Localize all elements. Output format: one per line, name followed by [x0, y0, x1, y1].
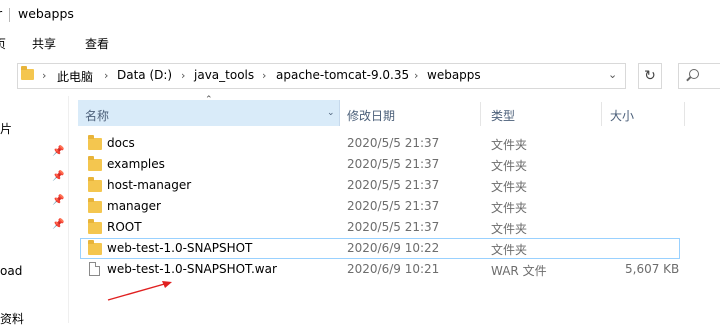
file-modified: 2020/5/5 21:37 — [347, 136, 440, 150]
file-name: docs — [107, 136, 135, 150]
file-name: manager — [107, 199, 161, 213]
column-separator[interactable] — [480, 102, 481, 126]
file-modified: 2020/6/9 10:22 — [347, 241, 440, 255]
column-separator[interactable] — [601, 102, 602, 126]
file-type: 文件夹 — [491, 159, 528, 173]
breadcrumb-webapps[interactable]: webapps — [427, 68, 481, 82]
nav-item-cut-2[interactable]: oad — [0, 264, 22, 278]
file-type: 文件夹 — [491, 138, 528, 152]
tab-home[interactable]: 页 — [0, 35, 6, 52]
chevron-down-icon[interactable]: ⌄ — [327, 108, 335, 118]
column-separator[interactable] — [684, 102, 685, 126]
nav-divider — [68, 96, 69, 323]
chevron-right-icon[interactable]: › — [262, 69, 266, 82]
column-header-type[interactable]: 类型 — [491, 107, 515, 133]
file-modified: 2020/6/9 10:21 — [347, 262, 440, 276]
list-item[interactable]: ROOT 2020/5/5 21:37 文件夹 — [80, 217, 680, 238]
file-name: ROOT — [107, 220, 142, 234]
nav-item-cut-3[interactable]: 资料 — [0, 310, 24, 327]
tab-view[interactable]: 查看 — [85, 35, 109, 52]
search-icon — [689, 69, 699, 79]
file-type: 文件夹 — [491, 180, 528, 194]
file-modified: 2020/5/5 21:37 — [347, 178, 440, 192]
window-title: webapps — [18, 6, 74, 21]
annotation-arrow — [107, 281, 172, 301]
file-name: examples — [107, 157, 165, 171]
file-name: web-test-1.0-SNAPSHOT — [107, 241, 253, 255]
folder-icon — [88, 198, 102, 213]
file-type: 文件夹 — [491, 201, 528, 215]
chevron-right-icon[interactable]: › — [414, 69, 418, 82]
chevron-right-icon[interactable]: › — [104, 69, 108, 82]
list-item[interactable]: host-manager 2020/5/5 21:37 文件夹 — [80, 175, 680, 196]
folder-icon — [88, 240, 102, 255]
file-type: 文件夹 — [491, 222, 528, 236]
list-item-selected[interactable]: web-test-1.0-SNAPSHOT 2020/6/9 10:22 文件夹 — [80, 238, 680, 259]
file-size: 5,607 KB — [625, 262, 680, 276]
column-header-modified[interactable]: 修改日期 — [347, 107, 395, 133]
file-type: WAR 文件 — [491, 264, 547, 278]
list-item[interactable]: manager 2020/5/5 21:37 文件夹 — [80, 196, 680, 217]
file-type: 文件夹 — [491, 243, 528, 257]
tab-share[interactable]: 共享 — [32, 35, 56, 52]
breadcrumb-tomcat[interactable]: apache-tomcat-9.0.35 — [276, 68, 409, 82]
title-bar-cut-text: r — [0, 6, 2, 21]
list-item[interactable]: web-test-1.0-SNAPSHOT.war 2020/6/9 10:21… — [80, 259, 680, 280]
folder-icon — [88, 135, 102, 150]
folder-icon — [21, 66, 34, 80]
list-item[interactable]: docs 2020/5/5 21:37 文件夹 — [80, 133, 680, 154]
nav-item-cut-1[interactable]: 片 — [0, 120, 12, 137]
breadcrumb-java-tools[interactable]: java_tools — [194, 68, 254, 82]
folder-icon — [88, 156, 102, 171]
file-modified: 2020/5/5 21:37 — [347, 157, 440, 171]
pin-icon[interactable]: 📌 — [52, 146, 64, 157]
file-modified: 2020/5/5 21:37 — [347, 220, 440, 234]
breadcrumb-this-pc[interactable]: 此电脑 — [57, 68, 93, 85]
refresh-icon: ↻ — [644, 68, 656, 84]
chevron-right-icon[interactable]: › — [42, 69, 46, 82]
search-input[interactable] — [678, 63, 720, 89]
breadcrumb-data-drive[interactable]: Data (D:) — [117, 68, 172, 82]
ribbon-tabs: 页 共享 查看 — [0, 28, 720, 58]
column-header-size[interactable]: 大小 — [610, 107, 634, 133]
refresh-button[interactable]: ↻ — [638, 63, 662, 89]
pin-icon[interactable]: 📌 — [52, 195, 64, 206]
folder-icon — [88, 177, 102, 192]
list-item[interactable]: examples 2020/5/5 21:37 文件夹 — [80, 154, 680, 175]
folder-icon — [88, 219, 102, 234]
pin-icon[interactable]: 📌 — [52, 219, 64, 230]
sort-ascending-icon: ⌃ — [205, 95, 213, 105]
pin-icon[interactable]: 📌 — [52, 171, 64, 182]
chevron-down-icon[interactable]: ⌄ — [608, 68, 617, 81]
file-icon — [89, 262, 100, 276]
column-header-name-label: 名称 — [85, 109, 110, 123]
file-name: host-manager — [107, 178, 192, 192]
file-name: web-test-1.0-SNAPSHOT.war — [107, 262, 277, 276]
chevron-right-icon[interactable]: › — [181, 69, 185, 82]
title-bar: r webapps — [0, 0, 720, 28]
title-separator — [9, 8, 10, 22]
file-modified: 2020/5/5 21:37 — [347, 199, 440, 213]
